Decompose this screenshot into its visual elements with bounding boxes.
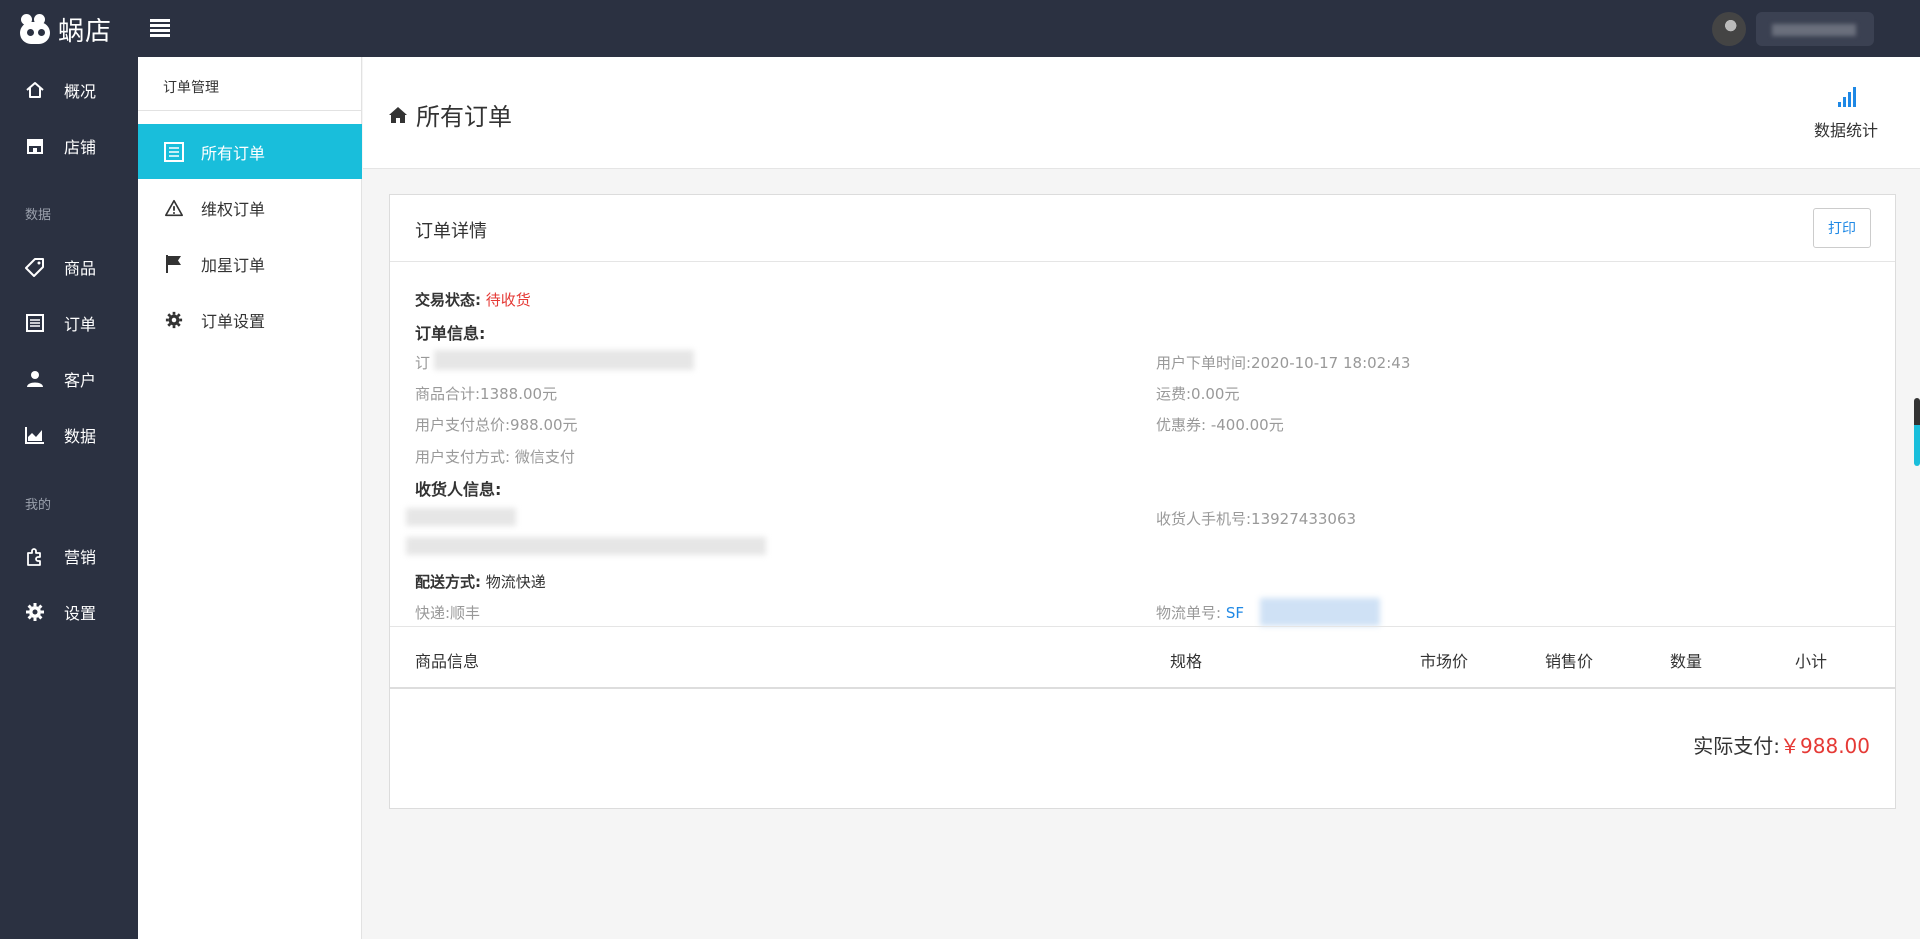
order-number-label: 订 <box>415 354 431 372</box>
tracking-number-redacted <box>1260 598 1380 626</box>
subnav-item-label: 加星订单 <box>201 255 266 275</box>
flag-icon <box>164 254 184 274</box>
pay-method: 用户支付方式: 微信支付 <box>415 448 575 466</box>
page-title: 所有订单 <box>388 97 512 132</box>
column-header: 销售价 <box>1545 652 1594 671</box>
nav-item-marketing[interactable]: 营销 <box>0 534 138 578</box>
shipping-fee: 运费:0.00元 <box>1156 385 1240 403</box>
nav-item-store[interactable]: 店铺 <box>0 124 138 168</box>
home-icon <box>389 106 407 123</box>
coupon: 优惠券: -400.00元 <box>1156 416 1284 434</box>
subnav-item-label: 所有订单 <box>201 143 266 163</box>
actual-payment: 实际支付:￥988.00 <box>1693 730 1870 759</box>
logo-icon <box>20 14 54 44</box>
delivery-label: 配送方式: <box>415 573 481 591</box>
subnav-item-label: 订单设置 <box>201 311 266 331</box>
subnav-item-order-settings[interactable]: 订单设置 <box>138 292 362 347</box>
list-icon <box>164 141 184 162</box>
primary-nav: 概况 店铺 数据 商品 订单 客户 数据 我的 营销 设置 <box>0 57 138 939</box>
receiver-name-redacted <box>406 508 516 526</box>
tag-icon <box>24 257 46 277</box>
actual-payment-amount: ￥988.00 <box>1780 734 1870 758</box>
subnav-item-dispute-orders[interactable]: 维权订单 <box>138 180 362 235</box>
delivery-row: 配送方式: 物流快递 <box>415 571 546 592</box>
gear-icon <box>164 310 184 330</box>
tracking-row: 物流单号: SF <box>1156 602 1244 623</box>
subnav-item-all-orders[interactable]: 所有订单 <box>138 124 362 179</box>
courier: 快递:顺丰 <box>415 604 481 622</box>
puzzle-icon <box>24 546 46 566</box>
nav-item-label: 商品 <box>64 259 97 278</box>
order-detail-card: 订单详情 打印 交易状态: 待收货 订单信息: 订 用户下单时间:2020-10… <box>389 194 1896 809</box>
column-header: 市场价 <box>1420 652 1469 671</box>
store-icon <box>24 136 46 156</box>
page-header: 所有订单 数据统计 <box>363 57 1920 169</box>
column-header: 小计 <box>1795 652 1828 671</box>
subnav-item-starred-orders[interactable]: 加星订单 <box>138 236 362 291</box>
items-table-header: 商品信息 规格 市场价 销售价 数量 小计 <box>390 626 1895 689</box>
nav-item-label: 客户 <box>64 371 97 390</box>
status-value: 待收货 <box>485 291 531 309</box>
nav-item-orders[interactable]: 订单 <box>0 301 138 345</box>
paid-total: 用户支付总价:988.00元 <box>415 416 578 434</box>
card-title: 订单详情 <box>415 221 487 242</box>
username-redacted[interactable] <box>1756 12 1874 46</box>
nav-item-customers[interactable]: 客户 <box>0 357 138 401</box>
nav-item-label: 数据 <box>64 427 97 446</box>
actual-payment-label: 实际支付: <box>1693 734 1781 758</box>
app-logo[interactable]: 蜗店 <box>20 13 113 47</box>
goods-total: 商品合计:1388.00元 <box>415 385 558 403</box>
print-button[interactable]: 打印 <box>1813 208 1871 248</box>
receiver-address-redacted <box>406 537 766 555</box>
data-stats-label: 数据统计 <box>1813 121 1878 140</box>
nav-group-label: 我的 <box>25 498 52 513</box>
scroll-indicator[interactable] <box>1914 398 1920 466</box>
nav-item-label: 店铺 <box>64 138 97 157</box>
divider <box>138 110 362 111</box>
column-header: 规格 <box>1170 652 1203 671</box>
warning-icon <box>164 198 184 218</box>
bar-chart-icon <box>1836 85 1856 107</box>
nav-item-overview[interactable]: 概况 <box>0 68 138 112</box>
logo-text: 蜗店 <box>58 16 113 47</box>
page-title-text: 所有订单 <box>416 103 512 131</box>
receiver-phone: 收货人手机号:13927433063 <box>1156 510 1357 528</box>
gear-icon <box>24 602 46 622</box>
nav-item-label: 营销 <box>64 548 97 567</box>
list-icon <box>24 313 46 333</box>
nav-item-label: 概况 <box>64 82 97 101</box>
nav-item-goods[interactable]: 商品 <box>0 245 138 289</box>
delivery-value: 物流快递 <box>485 573 546 591</box>
tracking-label: 物流单号: <box>1156 604 1222 622</box>
trade-status-row: 交易状态: 待收货 <box>415 289 531 310</box>
secondary-nav: 订单管理 所有订单 维权订单 加星订单 订单设置 <box>138 57 362 939</box>
avatar[interactable] <box>1712 12 1746 46</box>
nav-group-label: 数据 <box>25 208 52 223</box>
column-header: 数量 <box>1670 652 1703 671</box>
status-label: 交易状态: <box>415 291 481 309</box>
nav-item-data[interactable]: 数据 <box>0 413 138 457</box>
menu-toggle-icon[interactable] <box>150 19 170 37</box>
chart-icon <box>24 425 46 445</box>
data-stats-button[interactable]: 数据统计 <box>1796 85 1896 141</box>
card-header: 订单详情 打印 <box>390 195 1895 262</box>
subnav-item-label: 维权订单 <box>201 199 266 219</box>
home-icon <box>24 80 46 100</box>
order-time: 用户下单时间:2020-10-17 18:02:43 <box>1156 354 1411 372</box>
top-bar: 蜗店 <box>0 0 1920 57</box>
order-number-redacted <box>434 350 694 370</box>
receiver-info-heading: 收货人信息: <box>415 480 502 499</box>
nav-item-label: 订单 <box>64 315 97 334</box>
nav-item-settings[interactable]: 设置 <box>0 590 138 634</box>
subnav-title: 订单管理 <box>163 80 219 96</box>
order-info-heading: 订单信息: <box>415 324 486 343</box>
tracking-number-prefix[interactable]: SF <box>1226 604 1244 622</box>
user-icon <box>24 369 46 389</box>
nav-item-label: 设置 <box>64 604 97 623</box>
column-header: 商品信息 <box>415 652 480 671</box>
